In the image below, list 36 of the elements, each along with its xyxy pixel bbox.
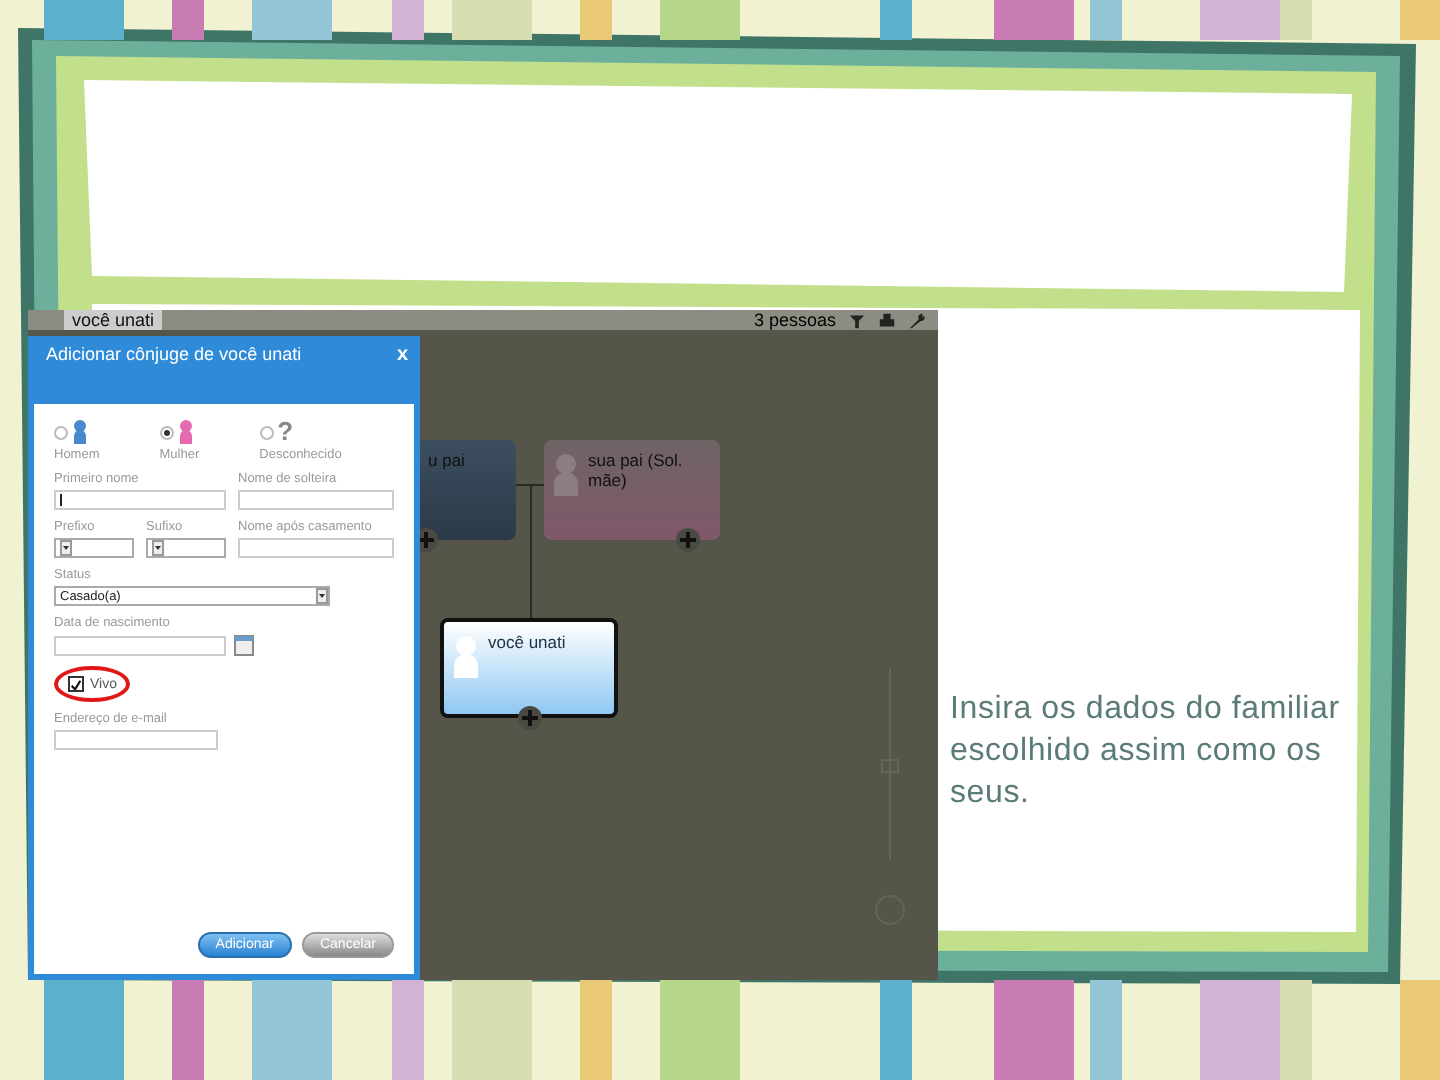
question-mark-icon: ? (277, 420, 294, 444)
close-button[interactable]: x (396, 344, 408, 366)
date-field[interactable] (54, 636, 226, 656)
caret-icon (60, 540, 72, 556)
person-name: u pai (428, 452, 465, 474)
person-icon (72, 420, 88, 444)
radio-button[interactable] (159, 425, 174, 439)
person-icon (177, 420, 194, 444)
person-card[interactable]: u pai (420, 440, 516, 540)
radio-button[interactable] (259, 425, 274, 439)
caret-icon (316, 588, 328, 604)
person-card[interactable]: sua pai (Sol. mãe) (544, 440, 720, 540)
text-field[interactable] (238, 490, 394, 510)
dropdown[interactable] (146, 538, 226, 558)
person-silhouette-icon (552, 452, 580, 496)
dialog-title: Adicionar cônjuge de você unati (46, 344, 302, 364)
calendar-icon[interactable] (234, 634, 254, 656)
text-field[interactable] (238, 538, 394, 558)
person-card[interactable]: você unati (440, 618, 618, 718)
person-name: você unati (488, 634, 566, 656)
slide-caption: Insira os dados do familiar escolhido assim como os seus. (950, 690, 1342, 814)
text-field[interactable] (54, 490, 226, 510)
dropdown[interactable] (54, 538, 134, 558)
filter-icon[interactable] (848, 311, 866, 329)
checkbox[interactable] (68, 676, 84, 692)
add-plus-icon[interactable] (518, 706, 542, 730)
check-icon (70, 677, 82, 691)
radio-button[interactable] (54, 425, 68, 439)
person-silhouette-icon (452, 634, 480, 678)
person-name: sua pai (Sol. mãe) (588, 452, 685, 494)
caret-icon (152, 540, 164, 556)
print-icon[interactable] (878, 311, 896, 329)
text-field[interactable] (54, 730, 218, 750)
breadcrumb-link[interactable]: você unati (64, 310, 163, 330)
wrench-icon[interactable] (908, 311, 926, 329)
people-count: 3 pessoas (753, 310, 836, 330)
